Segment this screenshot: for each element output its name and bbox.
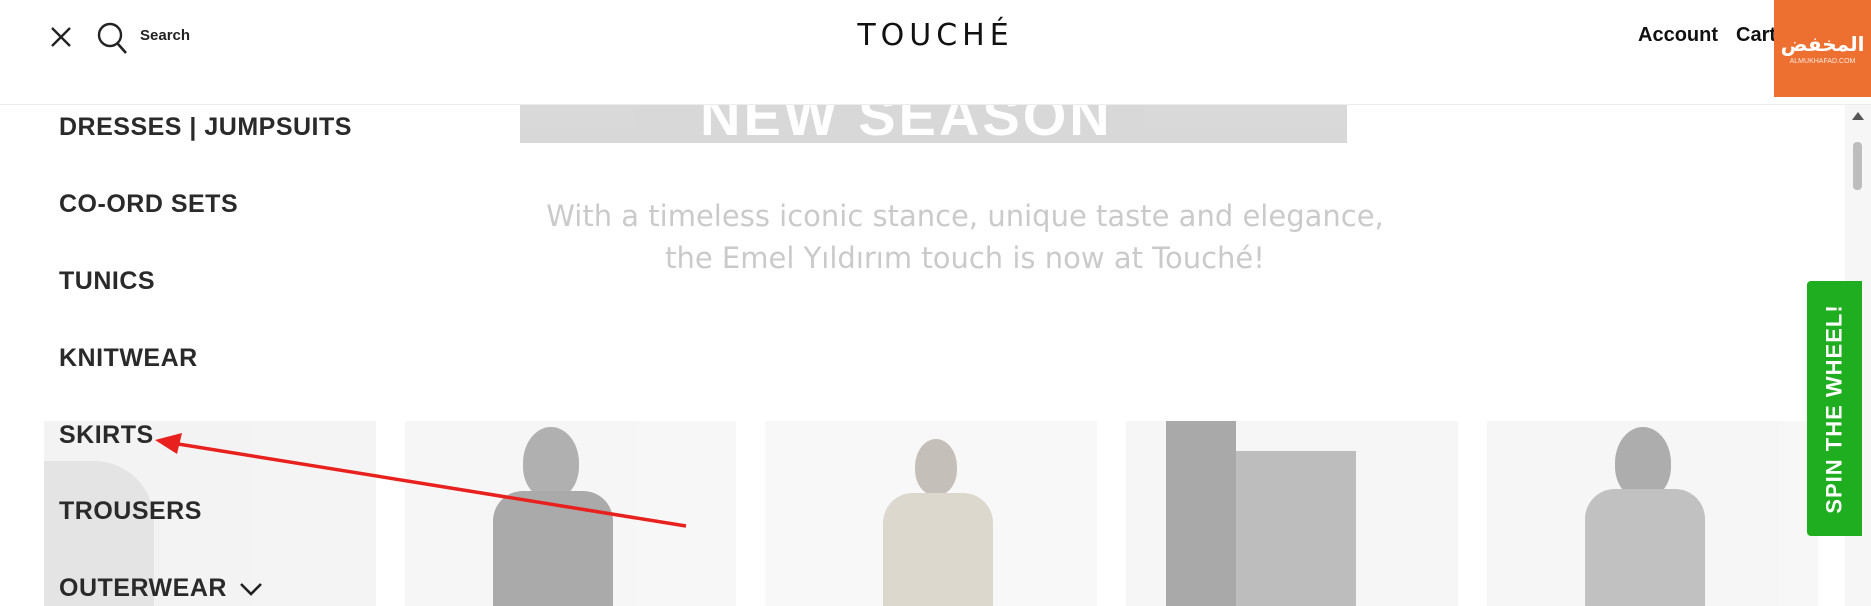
spin-the-wheel-button[interactable]: SPIN THE WHEEL! [1807,281,1862,536]
badge-text: المخفض [1780,32,1865,56]
hero-tagline: With a timeless iconic stance, unique ta… [400,195,1530,279]
menu-item-knitwear[interactable]: KNITWEAR [59,344,198,373]
badge-subtext: ALMUKHAFAD.COM [1789,58,1856,65]
menu-item-co-ord-sets[interactable]: CO-ORD SETS [59,190,238,219]
menu-item-skirts[interactable]: SKIRTS [59,421,154,450]
spin-the-wheel-label: SPIN THE WHEEL! [1821,303,1847,514]
menu-item-outerwear[interactable]: OUTERWEAR [59,574,263,603]
almukhafad-badge[interactable]: المخفض ALMUKHAFAD.COM [1774,0,1871,97]
hero-banner[interactable]: NEW SEASON [520,105,1347,143]
chevron-down-icon[interactable] [239,582,263,596]
site-logo[interactable]: TOUCHÉ [0,18,1871,53]
product-card[interactable] [405,421,736,606]
product-card[interactable] [765,421,1097,606]
site-header: Search TOUCHÉ Account Cart المخفض ALMUKH… [0,0,1871,105]
menu-item-outerwear-label: OUTERWEAR [59,574,227,602]
account-link[interactable]: Account [1638,24,1718,47]
tagline-line-1: With a timeless iconic stance, unique ta… [546,199,1384,233]
product-card[interactable] [1126,421,1458,606]
tagline-line-2: the Emel Yıldırım touch is now at Touché… [665,241,1265,275]
menu-item-trousers[interactable]: TROUSERS [59,497,202,526]
hero-title: NEW SEASON [700,105,1113,143]
menu-item-dresses-jumpsuits[interactable]: DRESSES | JUMPSUITS [59,113,352,142]
cart-link[interactable]: Cart [1736,24,1776,47]
product-card[interactable] [1487,421,1818,606]
category-menu: DRESSES | JUMPSUITS CO-ORD SETS TUNICS K… [0,104,420,606]
menu-item-tunics[interactable]: TUNICS [59,267,155,296]
scroll-up-arrow-icon[interactable] [1852,112,1864,120]
scroll-thumb[interactable] [1853,142,1862,190]
